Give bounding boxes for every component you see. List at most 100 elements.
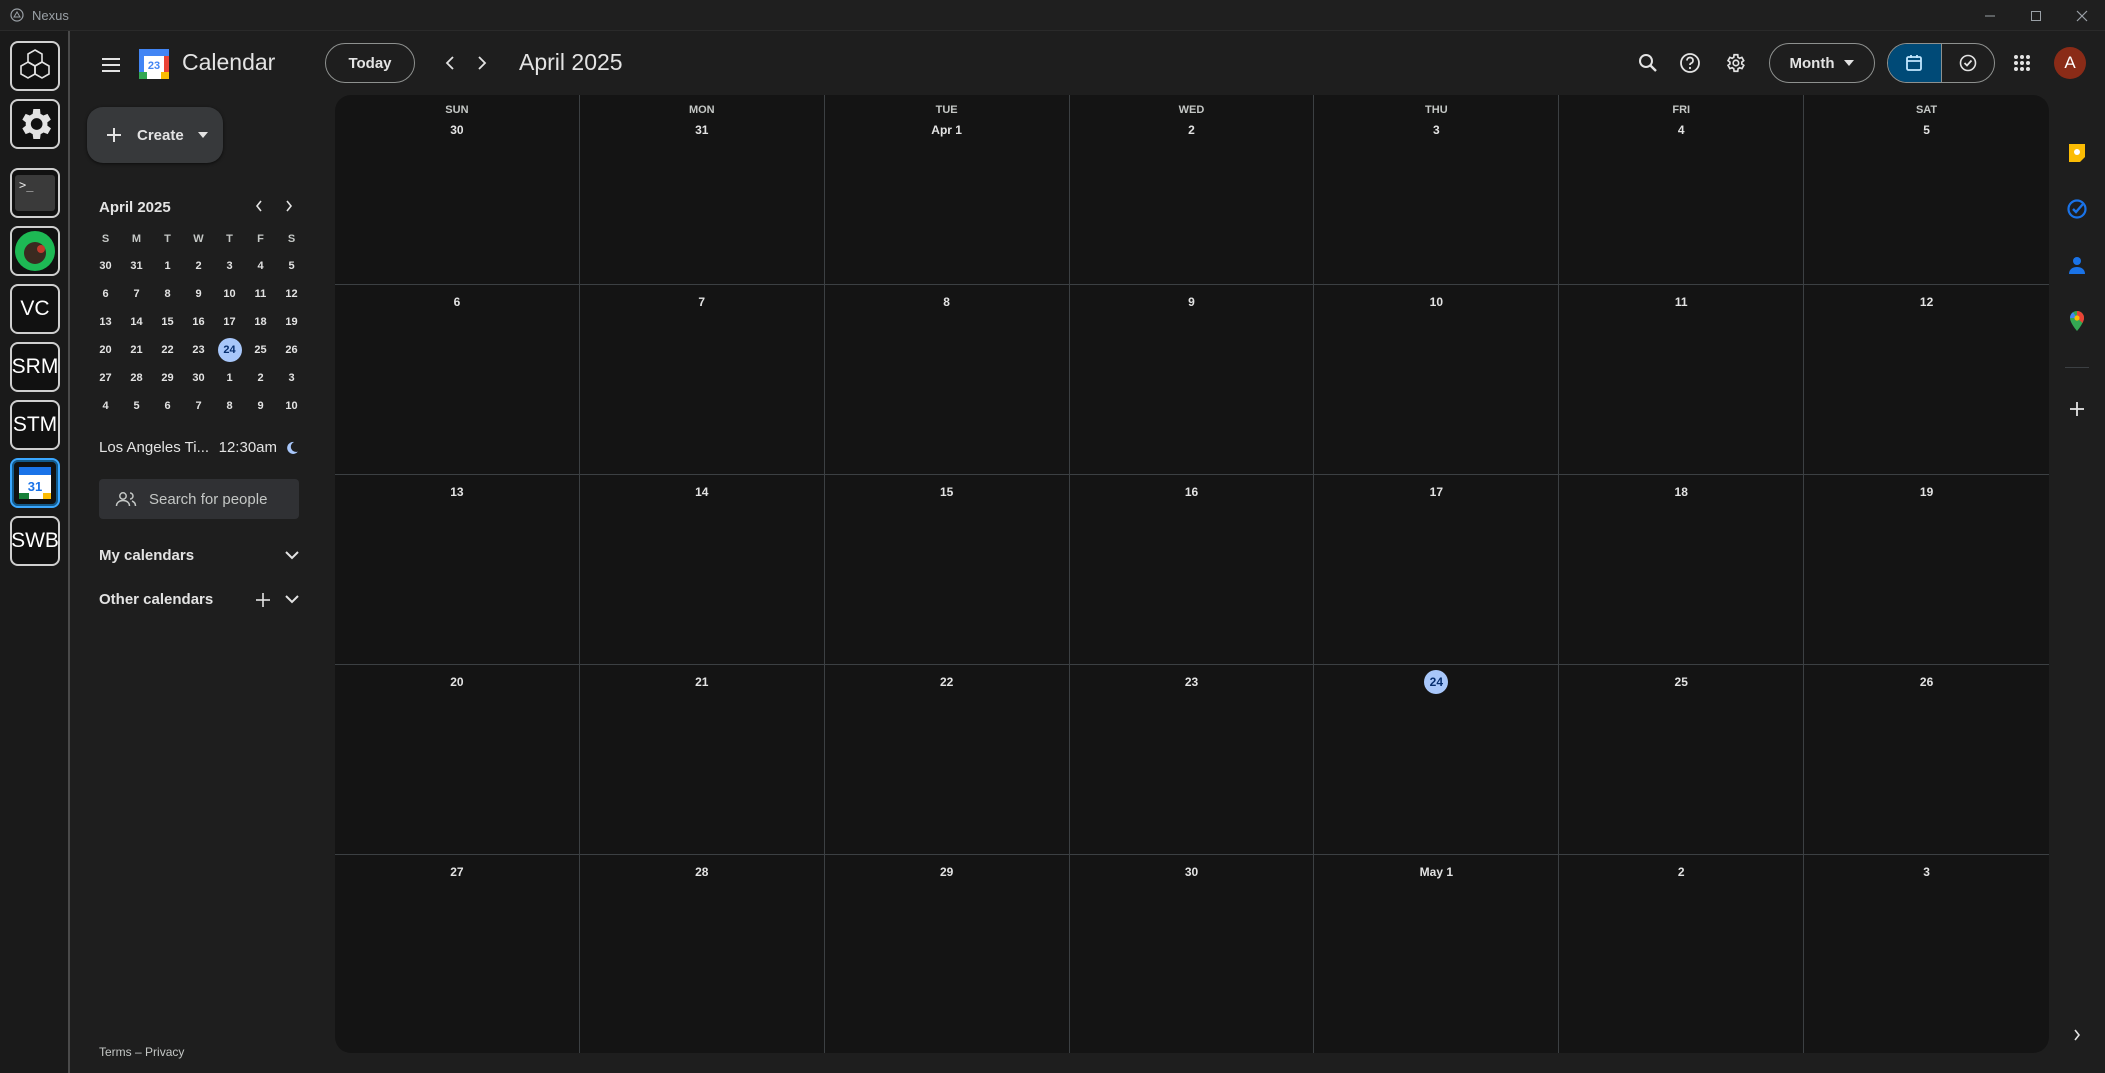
mini-day[interactable]: 28 xyxy=(121,364,152,392)
dock-item-stm[interactable]: STM xyxy=(10,400,60,450)
mini-day[interactable]: 11 xyxy=(245,280,276,308)
day-cell[interactable]: WED 2 xyxy=(1070,95,1315,284)
day-number[interactable]: 27 xyxy=(335,865,579,879)
day-cell[interactable]: 29 xyxy=(825,855,1070,1053)
day-number[interactable]: 6 xyxy=(335,295,579,309)
day-number[interactable]: 2 xyxy=(1559,865,1803,879)
day-cell[interactable]: May 1 xyxy=(1314,855,1560,1053)
mini-day[interactable]: 14 xyxy=(121,308,152,336)
mini-day[interactable]: 13 xyxy=(90,308,121,336)
mini-day[interactable]: 2 xyxy=(245,364,276,392)
hide-side-panel-button[interactable] xyxy=(2063,1021,2091,1049)
mini-day[interactable]: 1 xyxy=(214,364,245,392)
tasks-view-toggle[interactable] xyxy=(1940,44,1994,82)
mini-calendar-next-button[interactable] xyxy=(276,193,302,219)
day-cell[interactable]: 22 xyxy=(825,665,1070,854)
day-cell[interactable]: 27 xyxy=(335,855,580,1053)
mini-day[interactable]: 9 xyxy=(183,280,214,308)
day-number[interactable]: 8 xyxy=(825,295,1069,309)
day-cell[interactable]: 19 xyxy=(1804,475,2049,664)
close-window-button[interactable] xyxy=(2059,0,2105,31)
dock-item-settings[interactable] xyxy=(10,99,60,149)
day-cell[interactable]: 20 xyxy=(335,665,580,854)
view-selector[interactable]: Month xyxy=(1769,43,1875,83)
day-number[interactable]: 26 xyxy=(1804,675,2049,689)
mini-day[interactable]: 29 xyxy=(152,364,183,392)
mini-day[interactable]: 24 xyxy=(214,336,245,364)
day-number[interactable]: 30 xyxy=(335,123,579,137)
plus-icon[interactable] xyxy=(255,592,271,608)
day-cell[interactable]: THU 3 xyxy=(1314,95,1560,284)
day-number[interactable]: 31 xyxy=(580,123,824,137)
day-cell[interactable]: SAT 5 xyxy=(1804,95,2049,284)
dock-item-srm[interactable]: SRM xyxy=(10,342,60,392)
day-cell[interactable]: 17 xyxy=(1314,475,1560,664)
day-number[interactable]: 21 xyxy=(580,675,824,689)
mini-day[interactable]: 15 xyxy=(152,308,183,336)
day-cell[interactable]: 16 xyxy=(1070,475,1315,664)
mini-day[interactable]: 21 xyxy=(121,336,152,364)
help-button[interactable] xyxy=(1672,45,1708,81)
day-cell[interactable]: 11 xyxy=(1559,285,1805,474)
day-cell[interactable]: SUN 30 xyxy=(335,95,580,284)
terms-link[interactable]: Terms xyxy=(99,1045,132,1059)
search-button[interactable] xyxy=(1630,45,1666,81)
mini-day[interactable]: 1 xyxy=(152,252,183,280)
mini-day[interactable]: 8 xyxy=(214,392,245,420)
calendar-view-toggle[interactable] xyxy=(1888,44,1941,82)
mini-day[interactable]: 19 xyxy=(276,308,307,336)
dock-item-hex-app[interactable] xyxy=(10,41,60,91)
day-number[interactable]: 10 xyxy=(1314,295,1558,309)
prev-month-button[interactable] xyxy=(434,47,466,79)
day-cell[interactable]: 15 xyxy=(825,475,1070,664)
mini-day[interactable]: 5 xyxy=(276,252,307,280)
day-number[interactable]: 11 xyxy=(1559,295,1803,309)
day-cell[interactable]: 23 xyxy=(1070,665,1315,854)
account-avatar[interactable]: A xyxy=(2054,47,2086,79)
day-cell[interactable]: 12 xyxy=(1804,285,2049,474)
mini-day[interactable]: 8 xyxy=(152,280,183,308)
maps-app-button[interactable] xyxy=(2063,307,2091,335)
contacts-app-button[interactable] xyxy=(2063,251,2091,279)
day-number[interactable]: 12 xyxy=(1804,295,2049,309)
mini-day[interactable]: 16 xyxy=(183,308,214,336)
privacy-link[interactable]: Privacy xyxy=(145,1045,184,1059)
day-number[interactable]: 3 xyxy=(1804,865,2049,879)
mini-calendar-prev-button[interactable] xyxy=(246,193,272,219)
day-number[interactable]: Apr 1 xyxy=(825,123,1069,137)
day-number[interactable]: 14 xyxy=(580,485,824,499)
mini-day[interactable]: 18 xyxy=(245,308,276,336)
day-number[interactable]: 29 xyxy=(825,865,1069,879)
settings-button[interactable] xyxy=(1717,45,1753,81)
mini-day[interactable]: 3 xyxy=(276,364,307,392)
day-number[interactable]: 25 xyxy=(1559,675,1803,689)
mini-day[interactable]: 3 xyxy=(214,252,245,280)
day-number[interactable]: 30 xyxy=(1070,865,1314,879)
dock-item-swb[interactable]: SWB xyxy=(10,516,60,566)
mini-day[interactable]: 4 xyxy=(245,252,276,280)
day-number[interactable]: 24 xyxy=(1314,670,1558,694)
my-calendars-section[interactable]: My calendars xyxy=(99,547,299,564)
mini-day[interactable]: 25 xyxy=(245,336,276,364)
day-cell[interactable]: 10 xyxy=(1314,285,1560,474)
minimize-button[interactable] xyxy=(1967,0,2013,31)
day-cell[interactable]: 8 xyxy=(825,285,1070,474)
day-number[interactable]: 22 xyxy=(825,675,1069,689)
day-number[interactable]: 20 xyxy=(335,675,579,689)
day-cell[interactable]: 2 xyxy=(1559,855,1805,1053)
tasks-app-button[interactable] xyxy=(2063,195,2091,223)
google-apps-button[interactable] xyxy=(2004,45,2040,81)
maximize-button[interactable] xyxy=(2013,0,2059,31)
dock-item-vc[interactable]: VC xyxy=(10,284,60,334)
day-cell[interactable]: 25 xyxy=(1559,665,1805,854)
day-cell[interactable]: 14 xyxy=(580,475,825,664)
day-cell[interactable]: 28 xyxy=(580,855,825,1053)
mini-day[interactable]: 31 xyxy=(121,252,152,280)
mini-day[interactable]: 10 xyxy=(276,392,307,420)
day-cell[interactable]: 3 xyxy=(1804,855,2049,1053)
mini-day[interactable]: 30 xyxy=(183,364,214,392)
day-number[interactable]: 9 xyxy=(1070,295,1314,309)
day-cell[interactable]: 6 xyxy=(335,285,580,474)
mini-day[interactable]: 4 xyxy=(90,392,121,420)
day-number[interactable]: 17 xyxy=(1314,485,1558,499)
